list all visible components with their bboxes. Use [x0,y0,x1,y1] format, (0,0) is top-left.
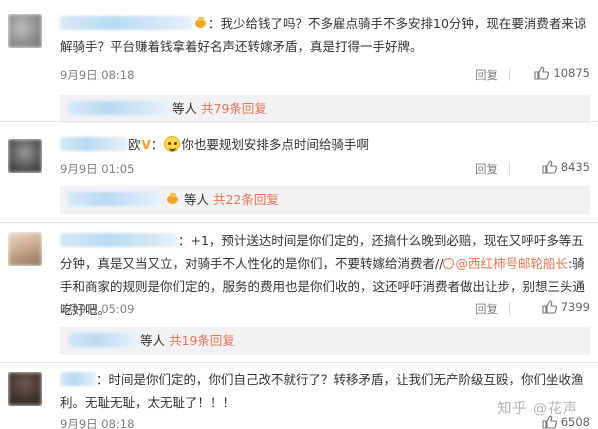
username[interactable] [60,372,96,386]
like-count: 7399 [560,300,590,314]
reply-username[interactable] [68,192,160,206]
like-button[interactable]: 7399 [542,300,590,314]
reply-username[interactable] [68,101,168,115]
separator [0,362,598,363]
reply-suffix: 等人 [140,333,166,348]
separator [0,121,598,122]
reply-button[interactable]: 回复 [475,301,498,317]
comment-meta: 9月9日 08:18 回复 10875 [60,66,590,83]
like-button[interactable]: 10875 [534,66,590,80]
thumb-up-icon [534,66,550,80]
divider [509,162,510,175]
reply-suffix: 等人 [172,101,198,116]
smile-emoji-icon [164,136,181,152]
like-button[interactable]: 8435 [542,160,590,174]
at-icon [443,258,455,269]
avatar[interactable] [8,372,42,406]
vip-crown-icon [194,17,208,29]
sub-replies-bar[interactable]: 等人 共79条回复 [60,95,590,123]
reply-suffix: 等人 [183,192,209,207]
avatar[interactable] [8,232,42,266]
comment-date: 9月9日 05:09 [60,302,135,316]
reply-button[interactable]: 回复 [475,67,498,83]
reply-button[interactable]: 回复 [475,161,498,177]
reply-username[interactable] [68,333,136,347]
reply-count-link[interactable]: 共79条回复 [201,101,267,116]
thumb-up-icon [542,300,557,314]
divider [509,68,510,81]
comment-text: ：我少给钱了吗？不多雇点骑手不多安排10分钟，现在要消费者来谅解骑手？平台赚着钱… [60,12,590,58]
reply-count-link[interactable]: 共19条回复 [169,333,235,348]
sub-replies-bar[interactable]: 等人 共22条回复 [60,186,590,214]
like-count: 10875 [553,66,590,80]
username-tail: 欧 [128,137,141,152]
sub-replies-bar[interactable]: 等人 共19条回复 [60,327,590,355]
username[interactable] [60,16,192,30]
verified-icon: V [141,138,151,152]
comment-meta: 9月9日 01:05 回复 8435 [60,160,590,177]
comment-date: 9月9日 08:18 [60,68,135,82]
vip-crown-icon [166,193,180,205]
comment-meta: 9月9日 05:09 回复 7399 [60,300,590,317]
comment-date: 9月9日 08:18 [60,417,135,429]
avatar[interactable] [8,14,42,48]
username[interactable] [60,137,128,151]
reply-count-link[interactable]: 共22条回复 [213,192,279,207]
divider [509,302,510,315]
comment-text: 欧V： 你也要规划安排多点时间给骑手啊 [60,133,590,157]
comment-body: 你也要规划安排多点时间给骑手啊 [181,137,369,152]
like-count: 8435 [560,160,590,174]
comment-date: 9月9日 01:05 [60,162,135,176]
username[interactable] [60,233,178,247]
mention-link[interactable]: @西红柿号邮轮船长 [443,256,568,271]
avatar[interactable] [8,139,42,173]
thumb-up-icon [542,160,557,174]
separator [0,222,598,223]
watermark: 知乎 @花声 [497,401,578,417]
